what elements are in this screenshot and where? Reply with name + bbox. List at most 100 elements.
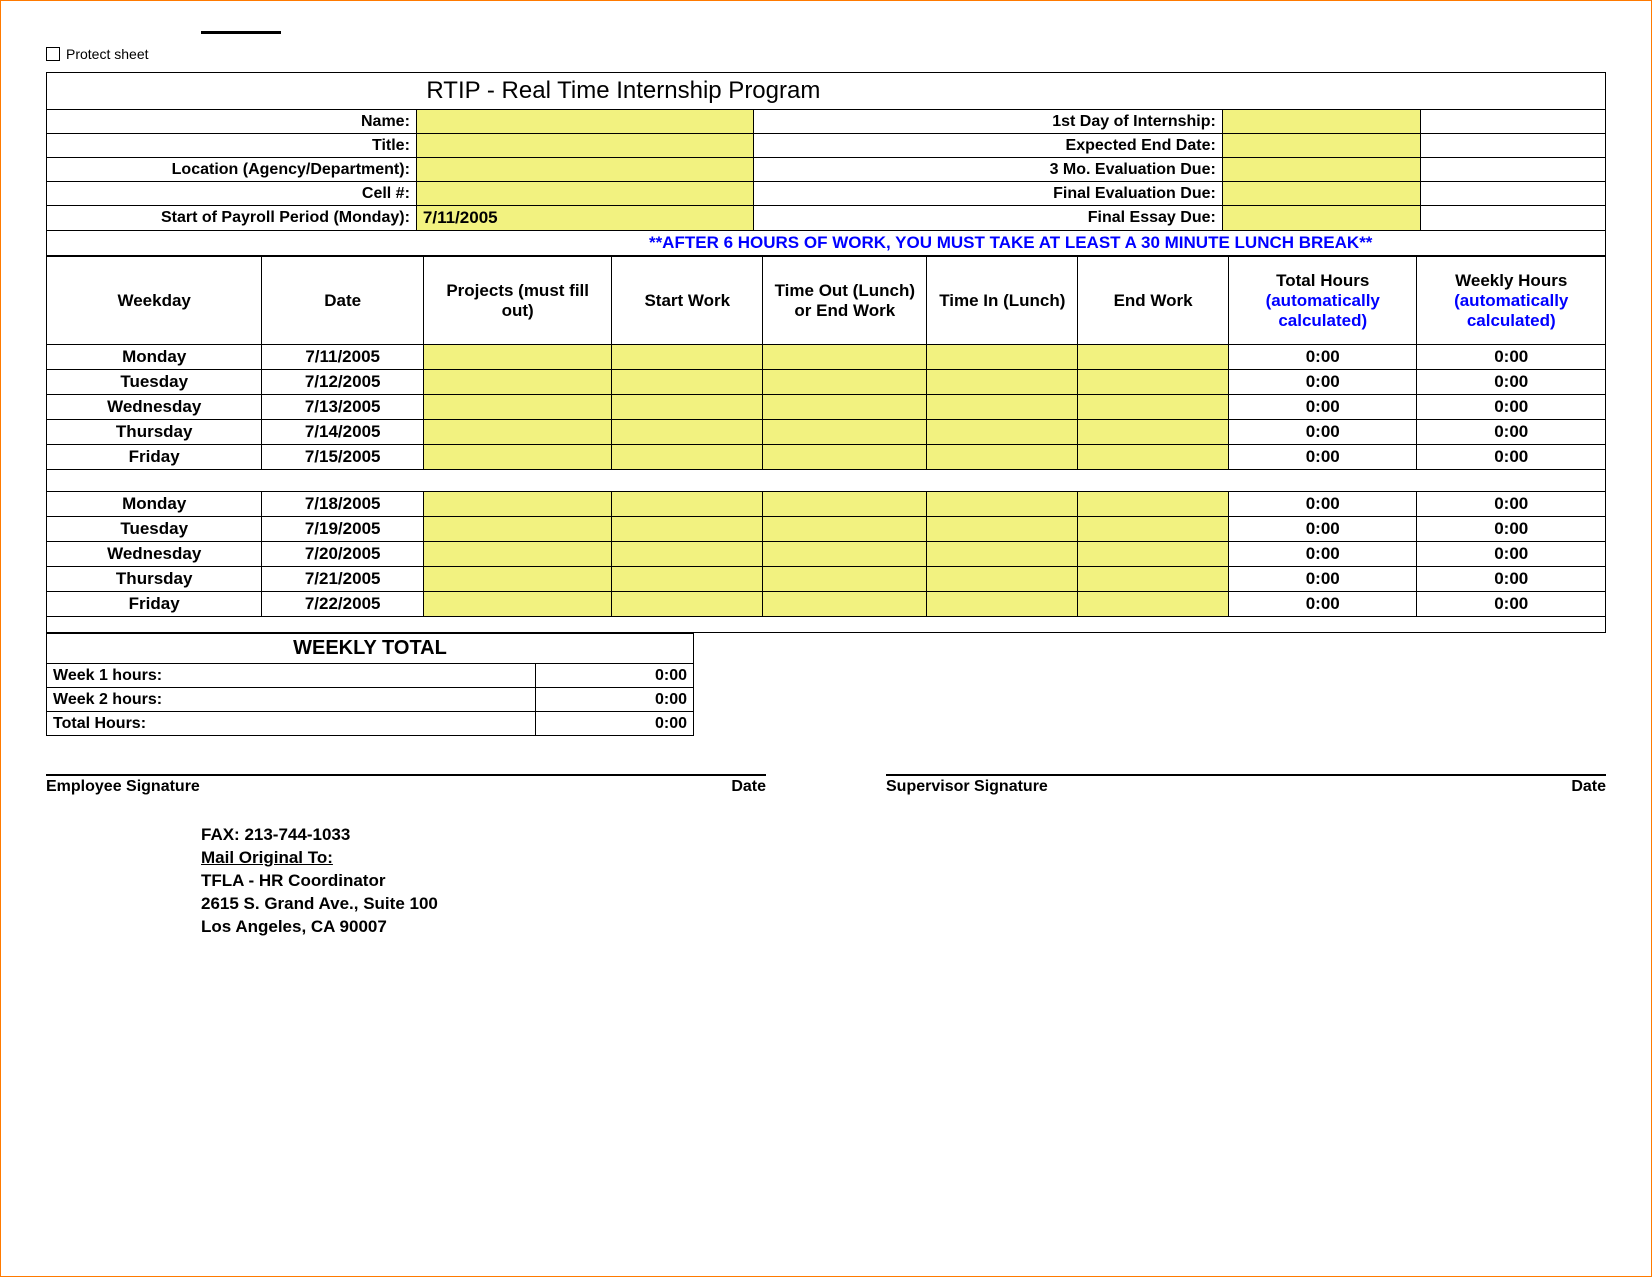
timein-cell[interactable] <box>927 345 1078 370</box>
title-input[interactable] <box>416 134 753 158</box>
projects-cell[interactable] <box>423 567 611 592</box>
total-cell: 0:00 <box>1228 345 1416 370</box>
blank-cell <box>1420 134 1605 158</box>
projects-cell[interactable] <box>423 592 611 617</box>
col-start: Start Work <box>612 257 763 345</box>
time-row: Friday7/22/20050:000:00 <box>47 592 1606 617</box>
weekly-total-header: WEEKLY TOTAL <box>47 634 694 664</box>
weekday-cell: Wednesday <box>47 542 262 567</box>
timein-cell[interactable] <box>927 420 1078 445</box>
location-label: Location (Agency/Department): <box>47 158 417 182</box>
timein-cell[interactable] <box>927 517 1078 542</box>
week2-value: 0:00 <box>536 688 694 712</box>
total-cell: 0:00 <box>1228 542 1416 567</box>
timein-cell[interactable] <box>927 592 1078 617</box>
time-grid: Weekday Date Projects (must fill out) St… <box>46 256 1606 633</box>
projects-cell[interactable] <box>423 445 611 470</box>
start-cell[interactable] <box>612 345 763 370</box>
weekday-cell: Monday <box>47 492 262 517</box>
timeout-cell[interactable] <box>763 592 927 617</box>
time-row: Tuesday7/19/20050:000:00 <box>47 517 1606 542</box>
form-title: RTIP - Real Time Internship Program <box>416 73 1605 110</box>
protect-label: Protect sheet <box>66 46 149 62</box>
start-cell[interactable] <box>612 420 763 445</box>
end-cell[interactable] <box>1078 345 1229 370</box>
projects-cell[interactable] <box>423 345 611 370</box>
blank-cell <box>1420 110 1605 134</box>
final-eval-input[interactable] <box>1222 182 1420 206</box>
blank-cell <box>1420 158 1605 182</box>
final-eval-label: Final Evaluation Due: <box>753 182 1222 206</box>
start-cell[interactable] <box>612 567 763 592</box>
start-cell[interactable] <box>612 492 763 517</box>
end-cell[interactable] <box>1078 445 1229 470</box>
timeout-cell[interactable] <box>763 370 927 395</box>
start-cell[interactable] <box>612 517 763 542</box>
expected-end-label: Expected End Date: <box>753 134 1222 158</box>
timein-cell[interactable] <box>927 492 1078 517</box>
total-label: Total Hours: <box>47 712 536 736</box>
timein-cell[interactable] <box>927 395 1078 420</box>
end-cell[interactable] <box>1078 370 1229 395</box>
projects-cell[interactable] <box>423 492 611 517</box>
location-input[interactable] <box>416 158 753 182</box>
projects-cell[interactable] <box>423 542 611 567</box>
time-row: Monday7/18/20050:000:00 <box>47 492 1606 517</box>
weekday-cell: Thursday <box>47 567 262 592</box>
start-cell[interactable] <box>612 592 763 617</box>
timein-cell[interactable] <box>927 445 1078 470</box>
timeout-cell[interactable] <box>763 517 927 542</box>
eval3-label: 3 Mo. Evaluation Due: <box>753 158 1222 182</box>
end-cell[interactable] <box>1078 592 1229 617</box>
start-cell[interactable] <box>612 445 763 470</box>
emp-date-label: Date <box>731 778 766 796</box>
weekly-total-table: WEEKLY TOTAL Week 1 hours: 0:00 Week 2 h… <box>46 633 694 736</box>
projects-cell[interactable] <box>423 395 611 420</box>
weekday-cell: Tuesday <box>47 370 262 395</box>
timein-cell[interactable] <box>927 542 1078 567</box>
timein-cell[interactable] <box>927 370 1078 395</box>
projects-cell[interactable] <box>423 370 611 395</box>
end-cell[interactable] <box>1078 395 1229 420</box>
projects-cell[interactable] <box>423 420 611 445</box>
date-cell: 7/19/2005 <box>262 517 424 542</box>
date-cell: 7/13/2005 <box>262 395 424 420</box>
col-total: Total Hours (automatically calculated) <box>1228 257 1416 345</box>
end-cell[interactable] <box>1078 420 1229 445</box>
final-essay-input[interactable] <box>1222 206 1420 231</box>
title-label: Title: <box>47 134 417 158</box>
first-day-input[interactable] <box>1222 110 1420 134</box>
end-cell[interactable] <box>1078 542 1229 567</box>
blank-cell <box>1420 182 1605 206</box>
col-end: End Work <box>1078 257 1229 345</box>
projects-cell[interactable] <box>423 517 611 542</box>
end-cell[interactable] <box>1078 567 1229 592</box>
time-row: Friday7/15/20050:000:00 <box>47 445 1606 470</box>
protect-checkbox[interactable] <box>46 47 60 61</box>
timeout-cell[interactable] <box>763 420 927 445</box>
name-input[interactable] <box>416 110 753 134</box>
timeout-cell[interactable] <box>763 567 927 592</box>
end-cell[interactable] <box>1078 517 1229 542</box>
addr3: Los Angeles, CA 90007 <box>201 916 1606 939</box>
eval3-input[interactable] <box>1222 158 1420 182</box>
timeout-cell[interactable] <box>763 395 927 420</box>
start-cell[interactable] <box>612 542 763 567</box>
cell-input[interactable] <box>416 182 753 206</box>
timein-cell[interactable] <box>927 567 1078 592</box>
end-cell[interactable] <box>1078 492 1229 517</box>
timeout-cell[interactable] <box>763 345 927 370</box>
weekly-cell: 0:00 <box>1417 517 1606 542</box>
timeout-cell[interactable] <box>763 445 927 470</box>
start-cell[interactable] <box>612 395 763 420</box>
time-row: Wednesday7/20/20050:000:00 <box>47 542 1606 567</box>
start-cell[interactable] <box>612 370 763 395</box>
timeout-cell[interactable] <box>763 492 927 517</box>
total-cell: 0:00 <box>1228 370 1416 395</box>
timeout-cell[interactable] <box>763 542 927 567</box>
expected-end-input[interactable] <box>1222 134 1420 158</box>
weekly-cell: 0:00 <box>1417 420 1606 445</box>
week2-label: Week 2 hours: <box>47 688 536 712</box>
payroll-input[interactable]: 7/11/2005 <box>416 206 753 231</box>
bottom-spacer <box>47 617 1606 633</box>
